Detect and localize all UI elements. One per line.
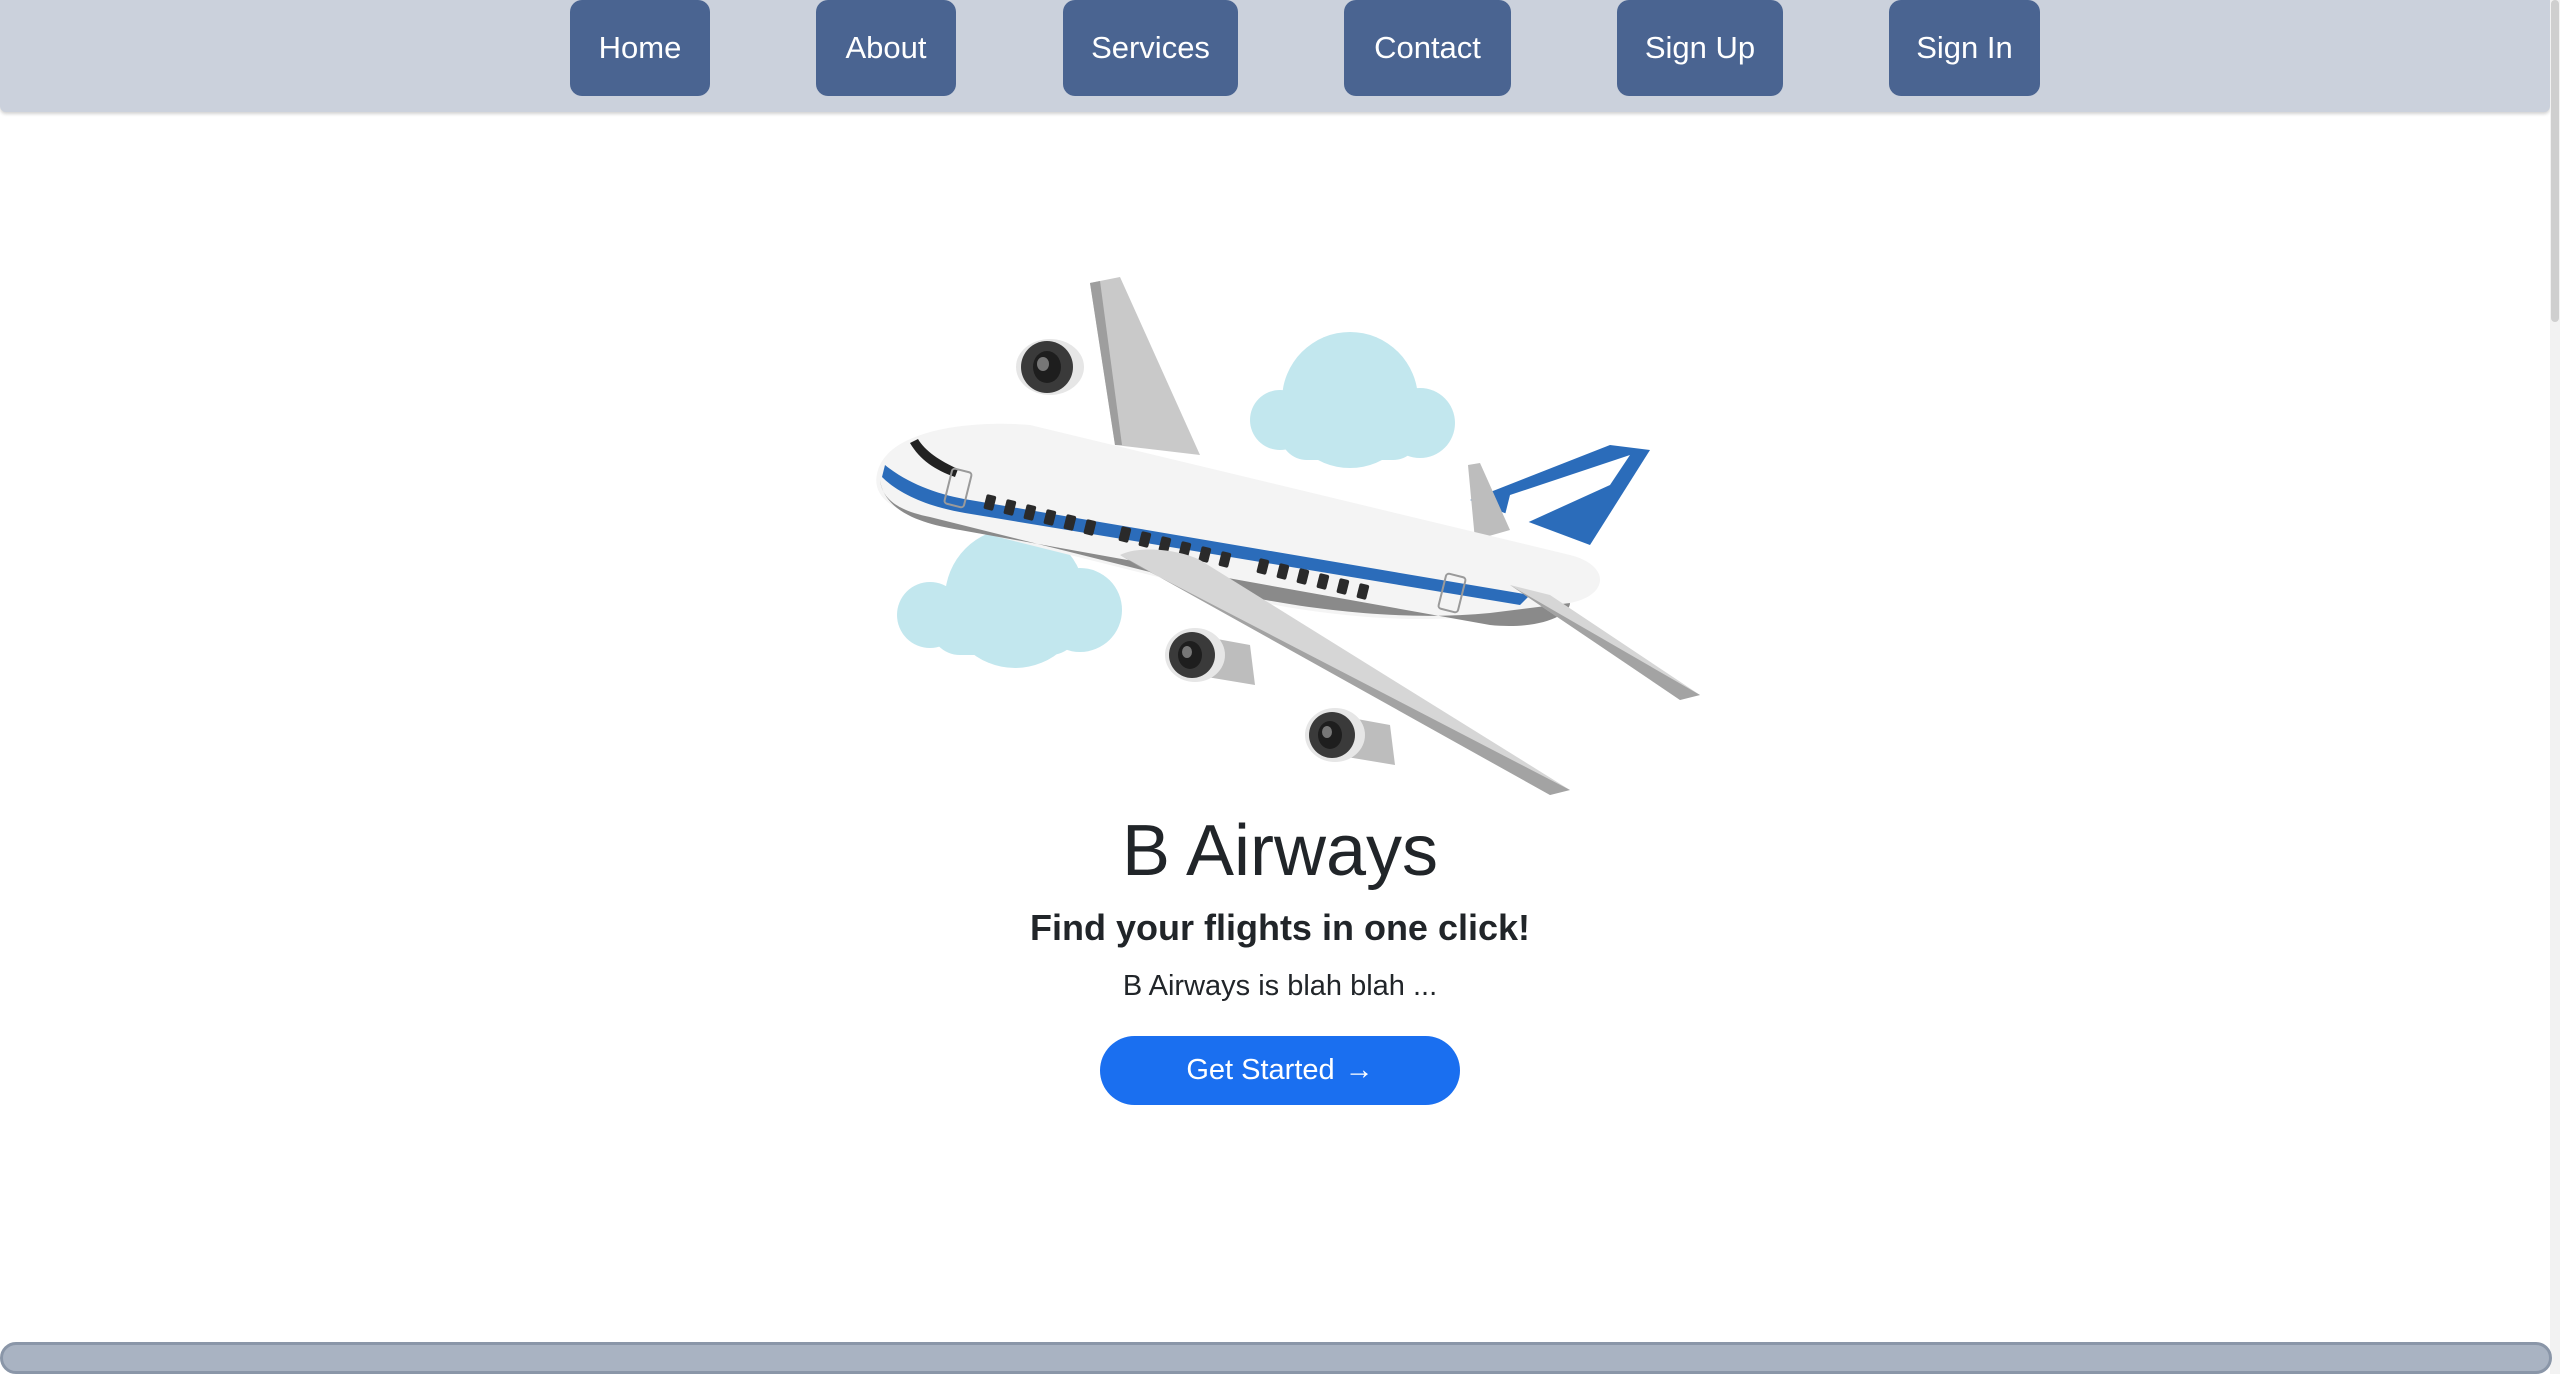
vertical-scrollbar[interactable] — [2550, 0, 2560, 1374]
nav-services-button[interactable]: Services — [1063, 0, 1238, 96]
nav-about-button[interactable]: About — [816, 0, 956, 96]
lower-engine-1 — [1165, 628, 1255, 685]
nav-home-button[interactable]: Home — [570, 0, 710, 96]
cloud-back — [1250, 332, 1455, 468]
airplane-illustration — [876, 277, 1700, 795]
lower-engine-2 — [1305, 708, 1395, 765]
arrow-right-icon: → — [1344, 1054, 1374, 1086]
nav-sign-up-button[interactable]: Sign Up — [1617, 0, 1783, 96]
hero-description: B Airways is blah blah ... — [1122, 970, 1438, 1002]
nav-sign-in-button[interactable]: Sign In — [1889, 0, 2040, 96]
get-started-label: Get Started — [1186, 1054, 1335, 1086]
nav-contact-button[interactable]: Contact — [1344, 0, 1511, 96]
hero-subtitle: Find your flights in one click! — [1029, 907, 1531, 948]
vertical-scrollbar-thumb[interactable] — [2551, 0, 2559, 322]
page: Home About Services Contact Sign Up Sign… — [0, 0, 2560, 1374]
get-started-button[interactable]: Get Started → — [1100, 1036, 1460, 1105]
upper-engine — [1016, 339, 1084, 395]
horizontal-scrollbar[interactable] — [0, 1342, 2552, 1374]
hero-title: B Airways — [1121, 811, 1439, 891]
top-navbar: Home About Services Contact Sign Up Sign… — [0, 0, 2550, 112]
